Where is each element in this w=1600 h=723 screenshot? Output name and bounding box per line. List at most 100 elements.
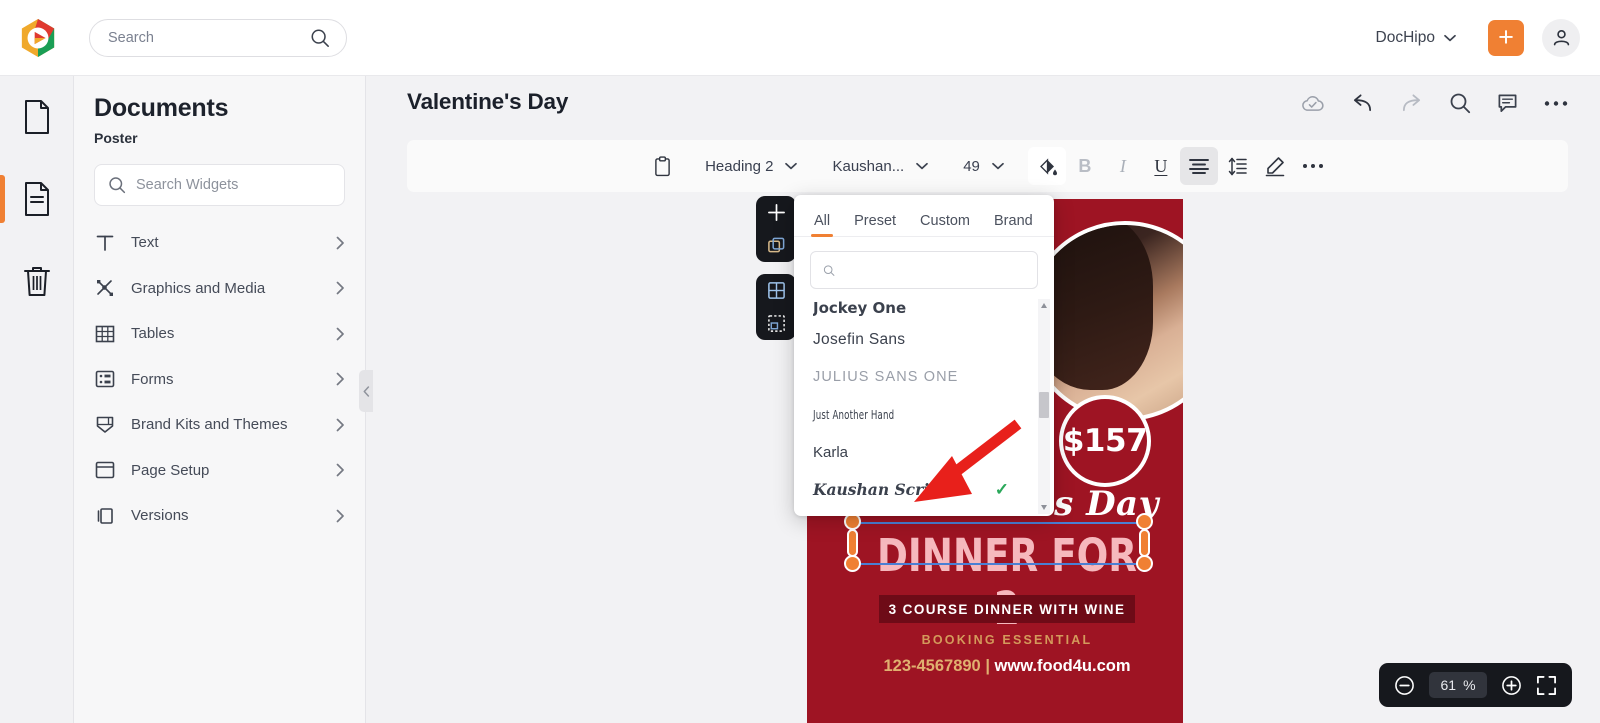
cloud-saved-icon[interactable] xyxy=(1300,94,1325,113)
scroll-up-arrow-icon[interactable] xyxy=(1040,303,1047,308)
font-option-kaushan-script[interactable]: Kaushan Script ✓ xyxy=(813,471,1039,509)
widget-item-forms[interactable]: Forms xyxy=(94,357,345,403)
zoom-out-button[interactable] xyxy=(1394,675,1415,696)
rail-item-documents[interactable] xyxy=(0,76,74,158)
poster-contact-line[interactable]: 123-4567890 | www.food4u.com xyxy=(837,657,1177,676)
scroll-down-arrow-icon[interactable] xyxy=(1040,505,1047,510)
widget-item-graphics-and-media[interactable]: Graphics and Media xyxy=(94,266,345,312)
widget-search-input[interactable] xyxy=(136,177,331,193)
redo-icon[interactable] xyxy=(1400,93,1423,114)
app-logo[interactable] xyxy=(0,18,76,58)
widget-item-versions[interactable]: Versions xyxy=(94,493,345,539)
italic-button[interactable]: I xyxy=(1104,147,1142,185)
chevron-right-icon xyxy=(336,372,344,386)
font-option-karla[interactable]: Karla xyxy=(813,434,1039,472)
search-icon xyxy=(311,29,329,47)
more-horizontal-icon[interactable] xyxy=(1544,100,1568,107)
text-color-button[interactable] xyxy=(1027,147,1066,185)
page-title: Valentine's Day xyxy=(407,89,569,114)
selection-handle-right[interactable] xyxy=(1139,529,1150,557)
poster-gold-text[interactable]: BOOKING ESSENTIAL xyxy=(847,633,1167,647)
widget-item-page-setup[interactable]: Page Setup xyxy=(94,448,345,494)
zoom-in-button[interactable] xyxy=(1501,675,1522,696)
graphics-media-icon xyxy=(94,278,116,298)
paragraph-style-select[interactable]: Heading 2 xyxy=(694,147,808,185)
font-option-jockey-one[interactable]: Jockey One xyxy=(813,299,1039,321)
rail-item-trash[interactable] xyxy=(0,240,74,322)
fullscreen-button[interactable] xyxy=(1536,675,1557,696)
workspace-selector[interactable]: DocHipo xyxy=(1376,29,1456,47)
font-dropdown-tabs: All Preset Custom Brand xyxy=(794,195,1054,237)
duplicate-page-icon[interactable] xyxy=(767,236,786,255)
poster-ribbon-text[interactable]: 3 COURSE DINNER WITH WINE xyxy=(879,595,1135,623)
more-format-button[interactable] xyxy=(1294,147,1332,185)
comment-icon[interactable] xyxy=(1497,93,1518,114)
search-input[interactable] xyxy=(108,29,310,46)
widget-item-label: Page Setup xyxy=(131,461,210,479)
poster-separator: | xyxy=(985,657,990,675)
selection-handle-bottom-left[interactable] xyxy=(844,555,861,572)
scrollbar-thumb[interactable] xyxy=(1039,392,1049,418)
account-button[interactable] xyxy=(1542,18,1580,57)
versions-icon xyxy=(94,507,116,525)
selection-handle-left[interactable] xyxy=(847,529,858,557)
font-size-select[interactable]: 49 xyxy=(952,147,1015,185)
font-option-josefin-sans[interactable]: Josefin Sans xyxy=(813,321,1039,359)
add-page-icon[interactable] xyxy=(767,203,786,222)
panel-collapse-handle[interactable] xyxy=(359,370,373,412)
font-option-label: Jockey One xyxy=(813,299,907,317)
zoom-level-field[interactable]: 61 % xyxy=(1429,672,1487,698)
create-new-button[interactable]: + xyxy=(1488,19,1524,56)
bold-button[interactable]: B xyxy=(1066,147,1104,185)
line-height-button[interactable] xyxy=(1218,147,1256,185)
widget-list: Text Graphics and Media Tables Forms Bra… xyxy=(94,220,345,539)
layout-tools-stack xyxy=(756,274,796,340)
highlighter-button[interactable] xyxy=(1256,147,1294,185)
widget-item-text[interactable]: Text xyxy=(94,220,345,266)
chevron-down-icon xyxy=(785,162,798,170)
grid-layout-icon[interactable] xyxy=(767,281,786,300)
tab-brand[interactable]: Brand xyxy=(994,213,1033,236)
selection-handle-bottom-right[interactable] xyxy=(1136,555,1153,572)
widget-item-label: Text xyxy=(131,234,159,252)
underline-button[interactable]: U xyxy=(1142,147,1180,185)
dochipo-logo-icon xyxy=(21,18,55,57)
chevron-right-icon xyxy=(336,327,344,341)
font-option-julius-sans-one[interactable]: JULIUS SANS ONE xyxy=(813,359,1039,397)
undo-icon[interactable] xyxy=(1351,93,1374,114)
global-search[interactable] xyxy=(89,18,347,57)
zoom-unit: % xyxy=(1463,677,1476,693)
widget-item-brand-kits-and-themes[interactable]: Brand Kits and Themes xyxy=(94,402,345,448)
top-bar: DocHipo + xyxy=(0,0,1600,76)
price-badge[interactable]: $157 xyxy=(1059,395,1151,487)
workspace-name: DocHipo xyxy=(1375,28,1435,46)
tab-preset[interactable]: Preset xyxy=(854,213,896,236)
table-grid-icon xyxy=(94,325,116,343)
search-icon[interactable] xyxy=(1449,92,1471,114)
brand-kit-icon xyxy=(94,415,116,434)
highlighter-pen-icon xyxy=(1265,156,1285,176)
align-center-button[interactable] xyxy=(1179,147,1218,185)
panel-subtitle: Poster xyxy=(94,130,138,146)
select-area-icon[interactable] xyxy=(767,314,786,333)
clipboard-button[interactable] xyxy=(643,147,681,185)
font-search-input[interactable] xyxy=(844,262,1025,278)
widget-item-tables[interactable]: Tables xyxy=(94,311,345,357)
page-tools-stack xyxy=(756,196,796,262)
font-family-select[interactable]: Kaushan... xyxy=(821,147,939,185)
more-horizontal-icon xyxy=(1302,164,1323,168)
zoom-out-icon xyxy=(1395,675,1414,695)
fullscreen-icon xyxy=(1537,675,1556,695)
font-options-list: Jockey One Josefin Sans JULIUS SANS ONE … xyxy=(794,299,1039,516)
tab-all[interactable]: All xyxy=(810,213,834,237)
rail-item-pages[interactable] xyxy=(0,158,74,240)
bold-icon: B xyxy=(1078,155,1092,176)
font-list-scrollbar[interactable] xyxy=(1038,299,1050,514)
tab-custom[interactable]: Custom xyxy=(920,213,970,236)
font-search[interactable] xyxy=(810,251,1038,289)
widget-search[interactable] xyxy=(94,164,345,206)
font-option-just-another-hand[interactable]: Just Another Hand xyxy=(813,396,1039,434)
selection-handle-top-right[interactable] xyxy=(1136,513,1153,530)
chevron-down-icon xyxy=(992,162,1004,170)
widgets-panel: Documents Poster Text xyxy=(74,76,366,723)
